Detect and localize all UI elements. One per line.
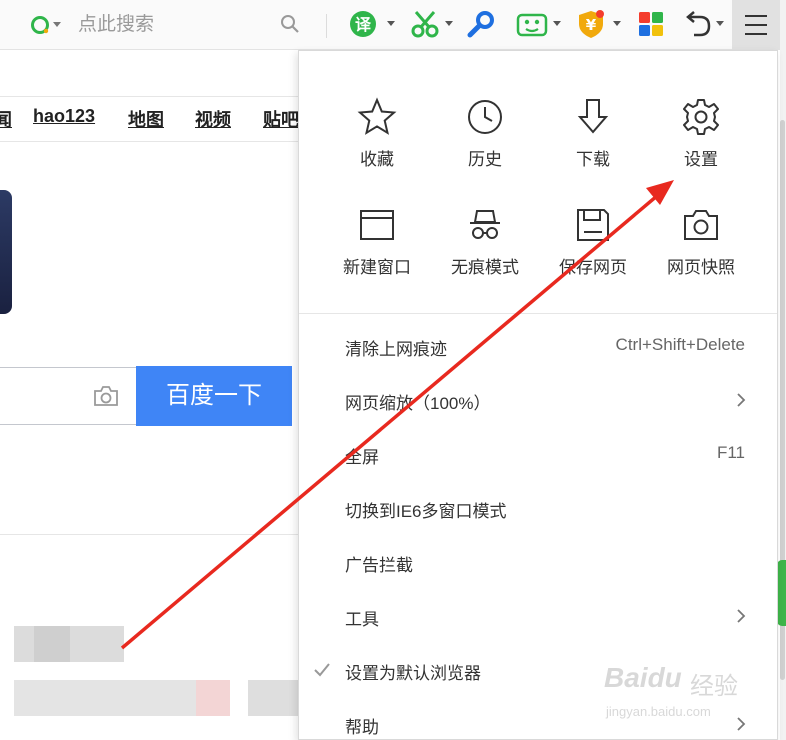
hamburger-icon-bar: [745, 33, 767, 35]
watermark-brand: Baidu: [604, 662, 682, 693]
nav-link-video[interactable]: 视频: [195, 106, 231, 132]
browser-toolbar: 点此搜索 译 ¥: [0, 0, 786, 50]
menu-tile-label: 下载: [576, 150, 610, 169]
clock-icon: [468, 100, 502, 134]
download-arrow-icon: [577, 99, 609, 134]
side-float-button[interactable]: [777, 560, 786, 626]
games-dropdown-icon[interactable]: [553, 21, 561, 26]
chevron-right-icon: [737, 393, 746, 407]
undo-icon[interactable]: [684, 9, 714, 39]
menu-item-label: 网页缩放（100%）: [345, 394, 491, 413]
menu-tile-label: 新建窗口: [343, 258, 411, 277]
menu-tile-label: 网页快照: [667, 258, 735, 277]
menu-tile-history[interactable]: 历史: [435, 97, 535, 177]
menu-tile-snapshot[interactable]: 网页快照: [651, 205, 751, 285]
payment-dropdown-icon[interactable]: [613, 21, 621, 26]
menu-tile-save-page[interactable]: 保存网页: [543, 205, 643, 285]
menu-tile-label: 保存网页: [559, 258, 627, 277]
checkmark-icon: [314, 663, 330, 677]
menu-item-label: 设置为默认浏览器: [345, 664, 481, 683]
menu-item-label: 切换到IE6多窗口模式: [345, 502, 507, 521]
menu-divider: [299, 313, 777, 314]
browser-window: 点此搜索 译 ¥ 闻 hao123 地图 视频 贴吧 百度一下 收藏 历史 下载…: [0, 0, 786, 740]
menu-item-label: 清除上网痕迹: [345, 340, 447, 359]
scissors-icon[interactable]: [410, 9, 440, 39]
save-disk-icon: [577, 209, 609, 241]
menu-item-shortcut: F11: [716, 443, 745, 462]
camera-icon: [684, 210, 718, 240]
menu-item-ad-block[interactable]: 广告拦截: [299, 536, 777, 590]
menu-item-ie6-mode[interactable]: 切换到IE6多窗口模式: [299, 482, 777, 536]
menu-tile-label: 收藏: [360, 150, 394, 169]
chevron-right-icon: [737, 609, 746, 623]
menu-tile-label: 设置: [684, 150, 718, 169]
star-icon: [357, 97, 397, 135]
menu-tile-label: 历史: [468, 150, 502, 169]
search-icon[interactable]: [280, 14, 300, 34]
apps-grid-icon[interactable]: [638, 9, 664, 39]
hamburger-icon: [745, 15, 767, 17]
nav-link-hao123[interactable]: hao123: [33, 106, 95, 127]
main-menu-dropdown: 收藏 历史 下载 设置 新建窗口 无痕模式 保存网页 网页快照 清除上网痕迹 C…: [298, 50, 778, 740]
menu-tile-new-window[interactable]: 新建窗口: [327, 205, 427, 285]
main-menu-button[interactable]: [732, 0, 780, 50]
menu-item-label: 广告拦截: [345, 556, 413, 575]
menu-item-label: 工具: [345, 610, 379, 629]
nav-link-news[interactable]: 闻: [0, 106, 12, 132]
nav-link-map[interactable]: 地图: [128, 106, 164, 132]
menu-item-tools[interactable]: 工具: [299, 590, 777, 644]
menu-item-clear-history[interactable]: 清除上网痕迹 Ctrl+Shift+Delete: [299, 320, 777, 374]
magnifier-key-icon[interactable]: [466, 9, 496, 39]
baidu-search-button[interactable]: 百度一下: [136, 366, 292, 426]
watermark-url: jingyan.baidu.com: [606, 704, 711, 719]
page-nav: 闻 hao123 地图 视频 贴吧: [0, 96, 300, 142]
search-box[interactable]: 点此搜索: [26, 8, 310, 42]
menu-tile-label: 无痕模式: [451, 258, 519, 277]
blurred-content: [34, 626, 70, 662]
translate-icon[interactable]: 译: [348, 9, 378, 39]
watermark-cn: 经验: [690, 673, 738, 700]
hamburger-icon-bar: [745, 24, 767, 26]
undo-dropdown-icon[interactable]: [716, 21, 724, 26]
baidu-jingyan-watermark: Baidu 经验 jingyan.baidu.com: [600, 650, 760, 730]
screenshot-dropdown-icon[interactable]: [445, 21, 453, 26]
yen-shield-icon[interactable]: ¥: [576, 9, 606, 39]
nav-link-tieba[interactable]: 贴吧: [263, 106, 299, 132]
blurred-content: [248, 680, 298, 716]
menu-item-fullscreen[interactable]: 全屏 F11: [299, 428, 777, 482]
gear-icon: [683, 99, 719, 135]
search-engine-icon[interactable]: [30, 15, 50, 35]
menu-tile-settings[interactable]: 设置: [651, 97, 751, 177]
menu-item-label: 全屏: [345, 448, 379, 467]
menu-item-shortcut: Ctrl+Shift+Delete: [615, 335, 745, 354]
menu-item-label: 帮助: [345, 718, 379, 737]
page-divider: [0, 534, 300, 535]
gamepad-icon[interactable]: [516, 9, 548, 39]
svg-text:¥: ¥: [586, 16, 597, 34]
toolbar-divider: [326, 14, 327, 38]
window-icon: [360, 210, 394, 240]
translate-dropdown-icon[interactable]: [387, 21, 395, 26]
svg-text:译: 译: [355, 15, 372, 34]
search-input[interactable]: 点此搜索: [78, 12, 154, 38]
blurred-content: [196, 680, 230, 716]
page-banner-image: [0, 190, 12, 314]
menu-tile-incognito[interactable]: 无痕模式: [435, 205, 535, 285]
menu-tile-favorites[interactable]: 收藏: [327, 97, 427, 177]
search-engine-dropdown-icon[interactable]: [53, 22, 61, 27]
menu-tile-downloads[interactable]: 下载: [543, 97, 643, 177]
image-search-camera-icon[interactable]: [92, 384, 120, 408]
incognito-icon: [470, 210, 500, 239]
menu-item-zoom[interactable]: 网页缩放（100%）: [299, 374, 777, 428]
